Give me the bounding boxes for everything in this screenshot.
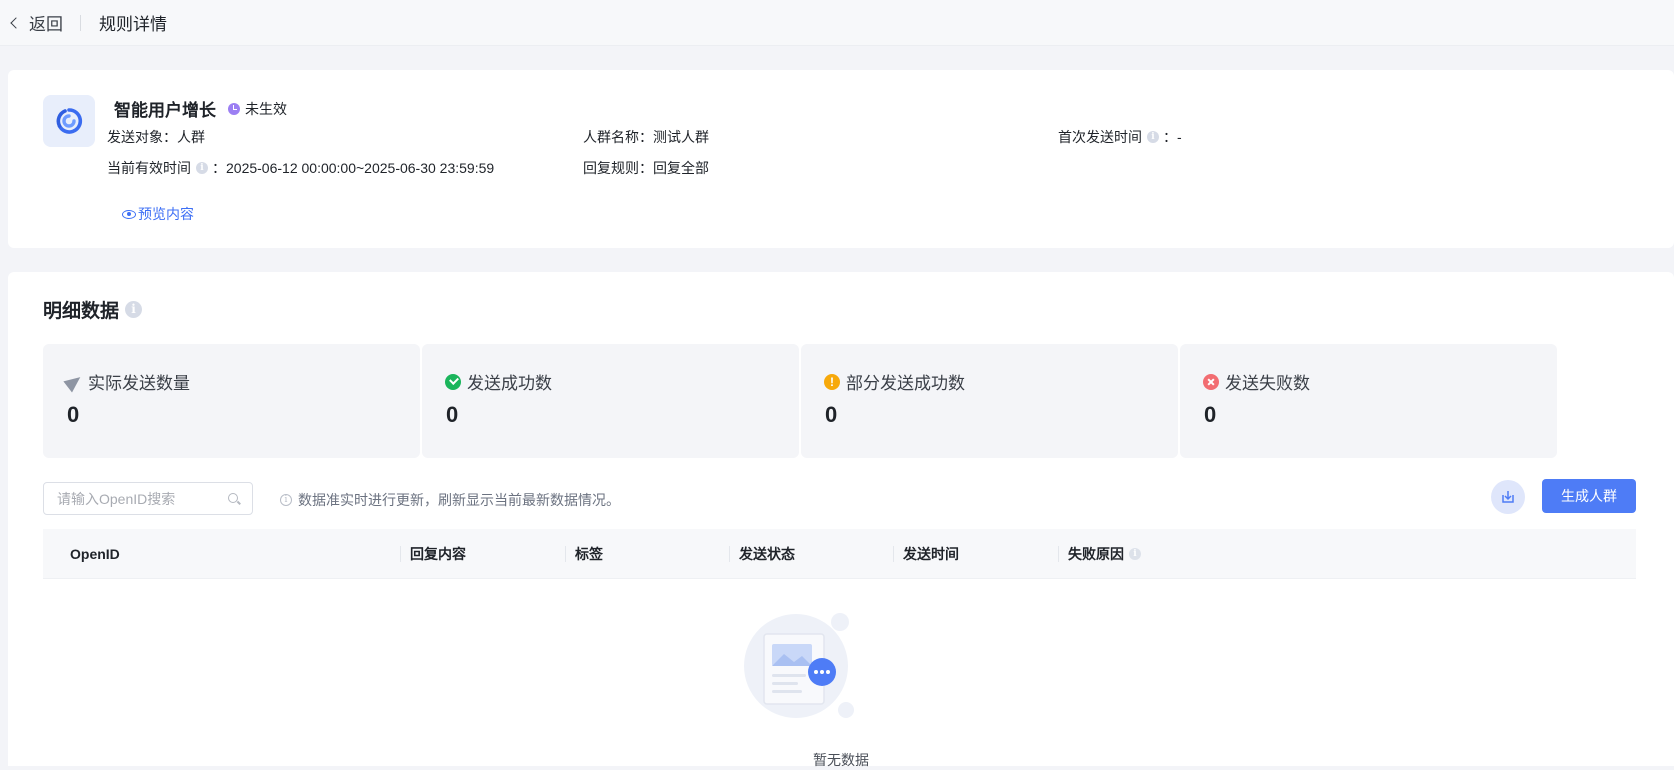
empty-state-illustration: [744, 613, 854, 718]
first-send-time-field: 首次发送时间 i ：-: [1058, 127, 1182, 147]
send-target-value: 人群: [177, 129, 205, 145]
spiral-logo-icon: [56, 108, 83, 134]
valid-time-field: 当前有效时间 i ：2025-06-12 00:00:00~2025-06-30…: [107, 158, 494, 178]
send-target-field: 发送对象： 人群: [107, 127, 205, 147]
info-icon[interactable]: i: [125, 301, 143, 318]
column-header-send-time[interactable]: 发送时间: [903, 529, 959, 579]
stat-label: 发送成功数: [445, 369, 552, 394]
search-icon[interactable]: [228, 493, 238, 503]
column-divider: [565, 546, 566, 562]
reply-rule-label: 回复规则：: [583, 160, 653, 176]
column-divider: [1058, 546, 1059, 562]
status-badge: 未生效: [228, 99, 287, 119]
reply-rule-value: 回复全部: [653, 160, 709, 176]
section-title: 明细数据 i: [43, 296, 146, 323]
warning-icon: [824, 373, 840, 390]
stat-value: 0: [446, 402, 459, 427]
info-icon[interactable]: i: [1129, 548, 1141, 560]
column-divider: [729, 546, 730, 562]
column-header-fail-reason[interactable]: 失败原因 i: [1068, 529, 1145, 579]
info-outline-icon: i: [280, 494, 292, 506]
table-header: OpenID 回复内容 标签 发送状态 发送时间 失败原因 i: [43, 529, 1636, 579]
app-logo: [43, 95, 95, 147]
stat-label-text: 部分发送成功数: [846, 374, 965, 393]
download-button[interactable]: [1491, 480, 1525, 514]
clock-icon: [228, 103, 240, 115]
stat-card-actual-sent: 实际发送数量 0: [43, 344, 420, 458]
empty-state-text: 暂无数据: [813, 752, 869, 768]
preview-label: 预览内容: [138, 206, 194, 222]
stat-label: 发送失败数: [1203, 369, 1310, 394]
column-divider: [893, 546, 894, 562]
success-check-icon: [445, 373, 461, 390]
first-send-value: ：-: [1163, 129, 1182, 145]
stat-label: 实际发送数量: [63, 369, 190, 394]
column-header-send-status[interactable]: 发送状态: [739, 529, 795, 579]
preview-content-link[interactable]: 预览内容: [122, 204, 194, 224]
divider: [80, 14, 81, 31]
eye-icon: [122, 209, 136, 219]
first-send-label: 首次发送时间: [1058, 129, 1142, 145]
info-icon[interactable]: i: [196, 162, 208, 174]
stat-value: 0: [1204, 402, 1217, 427]
reply-rule-field: 回复规则： 回复全部: [583, 158, 709, 178]
valid-time-label: 当前有效时间: [107, 160, 191, 176]
generate-crowd-button[interactable]: 生成人群: [1542, 479, 1636, 513]
stat-label-text: 实际发送数量: [88, 374, 190, 393]
detail-data-card: 明细数据 i 实际发送数量 0 发送成功数 0 部分发送成功数 0 发送失败数 …: [8, 272, 1674, 768]
stat-value: 0: [825, 402, 838, 427]
tip-text: 数据准实时进行更新，刷新显示当前最新数据情况。: [298, 492, 620, 508]
column-header-tags[interactable]: 标签: [575, 529, 603, 579]
stat-card-partial-success: 部分发送成功数 0: [801, 344, 1178, 458]
realtime-tip: i 数据准实时进行更新，刷新显示当前最新数据情况。: [280, 490, 620, 510]
back-label: 返回: [29, 15, 63, 34]
top-bar: 返回 规则详情: [0, 0, 1674, 46]
send-plane-icon: [63, 371, 85, 392]
openid-search-box: [43, 482, 253, 515]
info-icon[interactable]: i: [1147, 131, 1159, 143]
fail-x-icon: [1203, 373, 1219, 390]
rule-info-card: 智能用户增长 未生效 发送对象： 人群 人群名称： 测试人群 首次发送时间 i …: [8, 70, 1674, 248]
crowd-name-value: 测试人群: [653, 129, 709, 145]
rule-name: 智能用户增长: [114, 101, 216, 120]
back-button[interactable]: 返回: [10, 10, 63, 35]
column-header-text: 失败原因: [1068, 546, 1124, 562]
chevron-left-icon: [10, 17, 22, 29]
crowd-name-label: 人群名称：: [583, 129, 653, 145]
stat-value: 0: [67, 402, 80, 427]
stat-card-failed: 发送失败数 0: [1180, 344, 1557, 458]
status-text: 未生效: [245, 101, 287, 117]
column-divider: [400, 546, 401, 562]
column-header-openid[interactable]: OpenID: [70, 529, 120, 579]
stat-label-text: 发送成功数: [467, 374, 552, 393]
crowd-name-field: 人群名称： 测试人群: [583, 127, 709, 147]
section-title-text: 明细数据: [43, 301, 120, 322]
valid-time-value: ：2025-06-12 00:00:00~2025-06-30 23:59:59: [212, 160, 495, 176]
page-title: 规则详情: [99, 15, 167, 34]
send-target-label: 发送对象：: [107, 129, 177, 145]
stat-label: 部分发送成功数: [824, 369, 965, 394]
search-input[interactable]: [57, 483, 227, 514]
download-icon: [1502, 491, 1514, 503]
stat-card-success: 发送成功数 0: [422, 344, 799, 458]
stat-label-text: 发送失败数: [1225, 374, 1310, 393]
column-header-reply-content[interactable]: 回复内容: [410, 529, 466, 579]
